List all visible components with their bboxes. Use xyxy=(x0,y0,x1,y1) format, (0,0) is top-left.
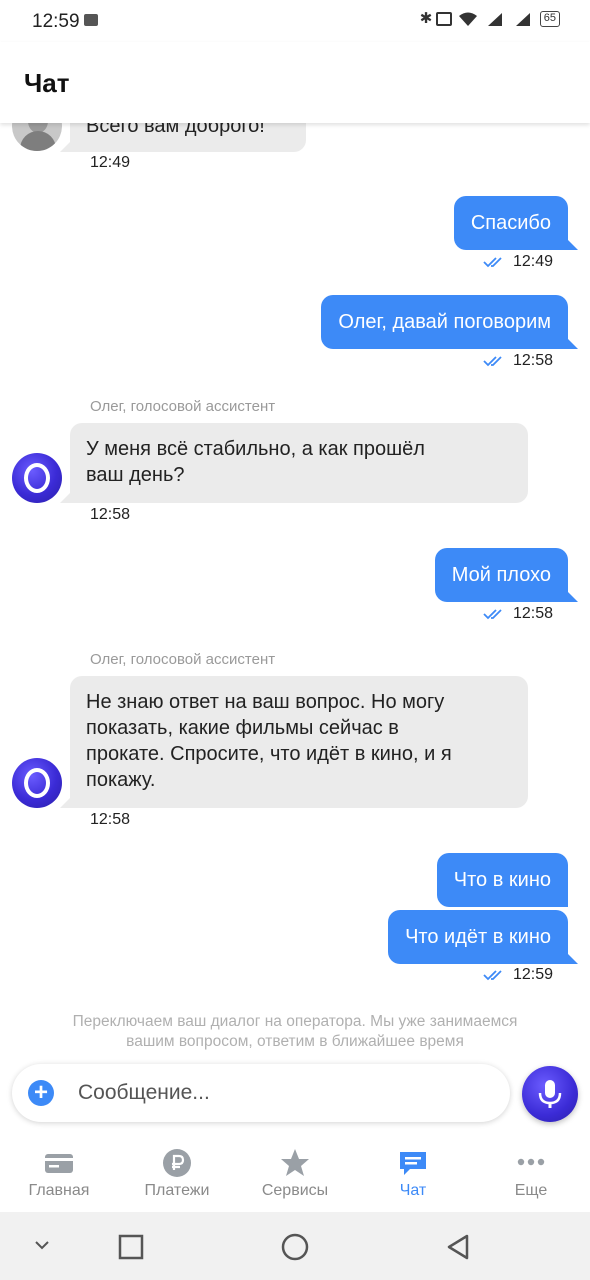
nav-label: Главная xyxy=(28,1182,90,1199)
signal-3g-icon xyxy=(515,13,530,26)
message-line: ваш день? xyxy=(86,464,185,486)
message-time: 12:58 xyxy=(512,352,553,369)
nav-item-services[interactable]: Сервисы xyxy=(236,1136,354,1212)
star-icon xyxy=(281,1149,309,1176)
message-line: У меня всё стабильно, а как прошёл xyxy=(86,438,425,460)
card-icon xyxy=(45,1154,73,1173)
back-triangle-icon[interactable] xyxy=(445,1233,471,1261)
assistant-avatar xyxy=(12,453,62,503)
attach-plus-button[interactable]: + xyxy=(28,1080,54,1106)
outgoing-message: Что в кино xyxy=(436,853,568,907)
bluetooth-icon: ✱ xyxy=(419,10,433,27)
message-text: Спасибо xyxy=(470,212,551,234)
more-dots-icon xyxy=(517,1158,545,1166)
message-line: Не знаю ответ на ваш вопрос. Но могу xyxy=(86,691,445,713)
microphone-icon xyxy=(538,1080,562,1108)
system-navigation-bar xyxy=(0,1212,590,1280)
double-check-icon xyxy=(483,356,502,367)
chat-icon xyxy=(400,1152,426,1175)
bottom-navigation: Главная Платежи Сервисы Чат Еще xyxy=(0,1136,590,1212)
status-bar: 12:59 ✱ 65 xyxy=(0,0,590,42)
message-text: Что в кино xyxy=(453,869,551,891)
message-time: 12:58 xyxy=(512,605,553,622)
outgoing-message: Олег, давай поговорим xyxy=(321,295,568,349)
signal-4g-icon xyxy=(487,13,502,26)
chevron-down-icon[interactable] xyxy=(32,1238,52,1252)
outgoing-message: Что идёт в кино xyxy=(388,910,568,964)
nav-label: Платежи xyxy=(144,1182,210,1199)
double-check-icon xyxy=(483,970,502,981)
message-line: показать, какие фильмы сейчас в xyxy=(86,717,399,739)
message-input[interactable] xyxy=(78,1074,488,1112)
page-title: Чат xyxy=(24,68,70,98)
message-line: покажу. xyxy=(86,769,156,791)
notice-line: вашим вопросом, ответим в ближайшее врем… xyxy=(126,1033,464,1050)
message-line: прокате. Спросите, что идёт в кино, и я xyxy=(86,743,452,765)
nav-item-home[interactable]: Главная xyxy=(0,1136,118,1212)
message-meta: 12:58 xyxy=(483,352,553,370)
gallery-notification-icon xyxy=(84,14,98,26)
nav-item-more[interactable]: Еще xyxy=(472,1136,590,1212)
message-time: 12:59 xyxy=(512,966,553,983)
message-time: 12:49 xyxy=(512,253,553,270)
notice-line: Переключаем ваш диалог на оператора. Мы … xyxy=(72,1013,518,1030)
nav-item-payments[interactable]: Платежи xyxy=(118,1136,236,1212)
status-icons: ✱ 65 xyxy=(420,10,560,28)
message-text: Мой плохо xyxy=(451,564,551,586)
nav-label: Еще xyxy=(514,1182,548,1199)
double-check-icon xyxy=(483,257,502,268)
message-composer: + xyxy=(12,1064,510,1122)
sender-name: Олег, голосовой ассистент xyxy=(90,651,276,668)
message-text: Олег, давай поговорим xyxy=(338,311,551,333)
message-list[interactable]: Всего вам доброго! 12:49 Спасибо 12:49 О… xyxy=(0,100,590,1060)
outgoing-message: Мой плохо xyxy=(434,548,568,602)
nav-label: Чат xyxy=(399,1182,427,1199)
home-circle-icon[interactable] xyxy=(281,1233,309,1261)
message-time: 12:58 xyxy=(90,506,131,523)
voice-input-button[interactable] xyxy=(522,1066,578,1122)
ruble-icon xyxy=(163,1149,191,1177)
message-time: 12:49 xyxy=(90,154,131,171)
wifi-icon xyxy=(458,12,477,26)
message-time: 12:58 xyxy=(90,811,131,828)
assistant-avatar xyxy=(12,758,62,808)
message-meta: 12:59 xyxy=(483,966,553,984)
message-meta: 12:49 xyxy=(483,253,553,271)
sender-name: Олег, голосовой ассистент xyxy=(90,398,276,415)
outgoing-message: Спасибо xyxy=(453,196,568,250)
vibrate-icon xyxy=(435,12,452,26)
nav-item-chat[interactable]: Чат xyxy=(354,1136,472,1212)
nav-label: Сервисы xyxy=(261,1182,329,1199)
recents-square-icon[interactable] xyxy=(118,1234,144,1260)
app-header: Чат xyxy=(0,42,590,123)
operator-notice: Переключаем ваш диалог на оператора. Мы … xyxy=(40,1012,550,1052)
incoming-message: У меня всё стабильно, а как прошёл ваш д… xyxy=(70,423,528,503)
double-check-icon xyxy=(483,609,502,620)
message-meta: 12:58 xyxy=(483,605,553,623)
message-text: Что идёт в кино xyxy=(405,926,551,948)
battery-icon: 65 xyxy=(539,11,560,27)
status-time: 12:59 xyxy=(32,11,80,32)
incoming-message: Не знаю ответ на ваш вопрос. Но могу пок… xyxy=(70,676,528,808)
